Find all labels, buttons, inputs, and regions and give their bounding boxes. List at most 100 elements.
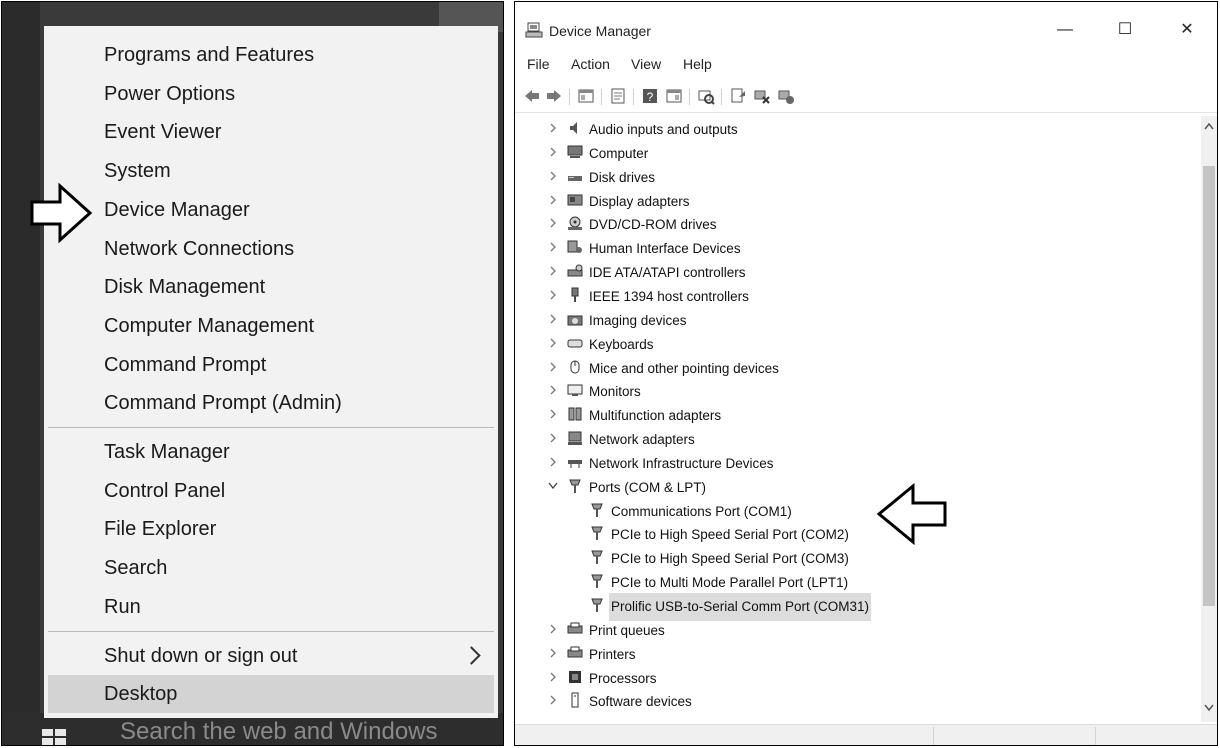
menu-item-file-explorer[interactable]: File Explorer: [48, 510, 494, 548]
device-category-imaging-devices[interactable]: Imaging devices: [519, 307, 1189, 331]
chevron-right-icon[interactable]: [547, 164, 559, 188]
device-category-mice-and-other-pointing-devices[interactable]: Mice and other pointing devices: [519, 355, 1189, 379]
menu-item-control-panel[interactable]: Control Panel: [48, 472, 494, 510]
menu-item-desktop[interactable]: Desktop: [48, 675, 494, 714]
scroll-down-icon[interactable]: [1204, 704, 1214, 714]
back-arrow-icon[interactable]: [523, 87, 541, 105]
maximize-button[interactable]: ☐: [1105, 16, 1145, 44]
chevron-right-icon[interactable]: [547, 426, 559, 450]
chevron-right-icon[interactable]: [547, 450, 559, 474]
port-icon: [589, 549, 605, 565]
device-category-computer[interactable]: Computer: [519, 140, 1189, 164]
properties-icon[interactable]: [609, 87, 627, 105]
device-category-disk-drives[interactable]: Disk drives: [519, 164, 1189, 188]
menu-item-task-manager-label: Task Manager: [104, 441, 230, 463]
vertical-scrollbar[interactable]: [1201, 116, 1217, 722]
scan-hardware-changes-icon[interactable]: [697, 87, 715, 105]
menu-item-command-prompt-admin[interactable]: Command Prompt (Admin): [48, 384, 494, 422]
menu-item-command-prompt[interactable]: Command Prompt: [48, 346, 494, 384]
menu-item-search[interactable]: Search: [48, 549, 494, 587]
chevron-right-icon[interactable]: [547, 307, 559, 331]
menu-action[interactable]: Action: [571, 56, 610, 72]
menu-file[interactable]: File: [527, 56, 550, 72]
menu-item-event-viewer[interactable]: Event Viewer: [48, 113, 494, 151]
device-category-ide-ata-atapi-controllers[interactable]: IDE ATA/ATAPI controllers: [519, 259, 1189, 283]
menu-view[interactable]: View: [631, 56, 661, 72]
device-item-pcie-to-high-speed-serial-port-com2[interactable]: PCIe to High Speed Serial Port (COM2): [519, 521, 1189, 545]
chevron-right-icon[interactable]: [547, 641, 559, 665]
menu-item-programs-and-features[interactable]: Programs and Features: [48, 36, 494, 74]
menu-item-device-manager-label: Device Manager: [104, 198, 250, 221]
menu-item-run[interactable]: Run: [48, 588, 494, 626]
chevron-right-icon[interactable]: [547, 259, 559, 283]
menu-item-power-options[interactable]: Power Options: [48, 75, 494, 113]
chevron-right-icon[interactable]: [547, 188, 559, 212]
chevron-right-icon[interactable]: [547, 617, 559, 641]
device-category-print-queues[interactable]: Print queues: [519, 617, 1189, 641]
chevron-right-icon[interactable]: [547, 378, 559, 402]
menu-item-network-connections-label: Network Connections: [104, 237, 295, 260]
device-category-printers[interactable]: Printers: [519, 641, 1189, 665]
menu-item-shut-down-or-sign-out[interactable]: Shut down or sign out: [48, 637, 494, 675]
chevron-right-icon[interactable]: [547, 235, 559, 259]
windows-logo-icon[interactable]: [42, 729, 68, 745]
device-item-prolific-usb-to-serial-comm-port-com31[interactable]: Prolific USB-to-Serial Comm Port (COM31): [519, 593, 1189, 621]
device-category-network-adapters[interactable]: Network adapters: [519, 426, 1189, 450]
chevron-right-icon[interactable]: [547, 402, 559, 426]
menu-item-disk-management[interactable]: Disk Management: [48, 268, 494, 306]
chevron-right-icon[interactable]: [547, 116, 559, 140]
device-category-multifunction-adapters[interactable]: Multifunction adapters: [519, 402, 1189, 426]
chevron-right-icon[interactable]: [547, 283, 559, 307]
close-button[interactable]: ✕: [1167, 16, 1207, 44]
menu-item-power-options-label: Power Options: [104, 82, 236, 105]
chevron-right-icon[interactable]: [547, 665, 559, 689]
menu-item-system[interactable]: System: [48, 152, 494, 190]
menu-item-disk-management-label: Disk Management: [104, 276, 266, 299]
device-manager-window: Device Manager — ☐ ✕ File Action View He…: [514, 1, 1218, 746]
forward-arrow-icon[interactable]: [545, 87, 563, 105]
port-icon: [589, 597, 605, 613]
menu-item-task-manager[interactable]: Task Manager: [48, 433, 494, 471]
update-driver-icon[interactable]: [729, 87, 747, 105]
device-item-communications-port-com1[interactable]: Communications Port (COM1): [519, 498, 1189, 522]
chevron-right-icon[interactable]: [547, 331, 559, 355]
chevron-right-icon[interactable]: [547, 355, 559, 379]
minimize-button[interactable]: —: [1045, 16, 1085, 44]
menu-item-device-manager[interactable]: Device Manager: [48, 191, 494, 229]
menu-bar: File Action View Help: [515, 52, 1217, 76]
port-icon: [589, 525, 605, 541]
show-hide-console-tree-icon[interactable]: [577, 87, 595, 105]
device-category-processors[interactable]: Processors: [519, 665, 1189, 689]
disk-drive-icon: [567, 168, 583, 184]
scroll-thumb[interactable]: [1203, 166, 1215, 606]
menu-item-network-connections[interactable]: Network Connections: [48, 230, 494, 268]
device-category-display-adapters[interactable]: Display adapters: [519, 188, 1189, 212]
uninstall-device-icon[interactable]: [777, 87, 795, 105]
network-infra-icon: [567, 454, 583, 470]
device-category-ports-com-lpt[interactable]: Ports (COM & LPT): [519, 474, 1189, 498]
menu-help[interactable]: Help: [683, 56, 712, 72]
device-category-keyboards[interactable]: Keyboards: [519, 331, 1189, 355]
chevron-right-icon[interactable]: [547, 211, 559, 235]
device-item-pcie-to-high-speed-serial-port-com3[interactable]: PCIe to High Speed Serial Port (COM3): [519, 545, 1189, 569]
device-category-network-infrastructure-devices[interactable]: Network Infrastructure Devices: [519, 450, 1189, 474]
device-item-pcie-to-multi-mode-parallel-port-lpt1[interactable]: PCIe to Multi Mode Parallel Port (LPT1): [519, 569, 1189, 593]
device-category-monitors[interactable]: Monitors: [519, 378, 1189, 402]
device-category-audio-inputs-and-outputs[interactable]: Audio inputs and outputs: [519, 116, 1189, 140]
disable-device-icon[interactable]: [753, 87, 771, 105]
ide-controller-icon: [567, 263, 583, 279]
device-category-human-interface-devices[interactable]: Human Interface Devices: [519, 235, 1189, 259]
device-category-software-devices[interactable]: Software devices: [519, 688, 1189, 712]
scroll-up-icon[interactable]: [1204, 122, 1214, 132]
device-category-dvd-cd-rom-drives[interactable]: DVD/CD-ROM drives: [519, 211, 1189, 235]
taskbar-search-box[interactable]: Search the web and Windows: [120, 718, 438, 745]
menu-item-run-label: Run: [104, 595, 141, 618]
help-icon[interactable]: ?: [641, 87, 659, 105]
chevron-right-icon[interactable]: [547, 140, 559, 164]
chevron-down-icon[interactable]: [547, 474, 559, 498]
device-category-ieee-1394-host-controllers[interactable]: IEEE 1394 host controllers: [519, 283, 1189, 307]
chevron-right-icon[interactable]: [547, 688, 559, 712]
menu-item-computer-management[interactable]: Computer Management: [48, 307, 494, 345]
action-pane-icon[interactable]: [665, 87, 683, 105]
title-bar[interactable]: Device Manager — ☐ ✕: [515, 2, 1217, 46]
